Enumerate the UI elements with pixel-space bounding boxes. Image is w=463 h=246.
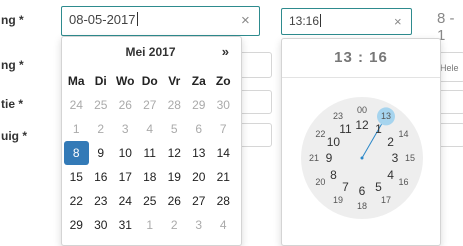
clock-hour-inner[interactable]: 00	[353, 103, 371, 117]
calendar-day[interactable]: 23	[89, 189, 114, 213]
clock-hour-outer[interactable]: 6	[353, 184, 371, 198]
time-value: 13:16	[289, 14, 322, 28]
weekday-label: Zo	[215, 74, 231, 88]
calendar-day[interactable]: 12	[162, 141, 187, 165]
calendar-day[interactable]: 5	[162, 117, 187, 141]
calendar-day[interactable]: 18	[138, 165, 163, 189]
calendar-day[interactable]: 27	[187, 189, 212, 213]
form-label-2: ng *	[1, 58, 24, 72]
calendar-day[interactable]: 28	[162, 93, 187, 117]
date-value: 08-05-2017	[69, 12, 138, 27]
calendar-day[interactable]: 13	[187, 141, 212, 165]
weekday-label: Wo	[116, 74, 135, 88]
calendar-day[interactable]: 26	[113, 93, 138, 117]
clock-hour-outer[interactable]: 11	[337, 122, 355, 136]
clock-time-header: 13 : 16	[334, 49, 388, 66]
calendar-week-row: 8 9 10 11 12 13 14	[64, 141, 236, 165]
divider	[282, 77, 440, 78]
calendar-day[interactable]: 25	[89, 93, 114, 117]
text-caret	[136, 12, 138, 26]
calendar-day[interactable]: 17	[113, 165, 138, 189]
calendar-day[interactable]: 22	[64, 189, 89, 213]
calendar-day[interactable]: 21	[211, 165, 236, 189]
calendar-day[interactable]: 27	[138, 93, 163, 117]
calendar-day[interactable]: 30	[211, 93, 236, 117]
right-field-text: 8 - 1	[437, 10, 455, 44]
calendar-day[interactable]: 4	[138, 117, 163, 141]
calendar-day[interactable]: 29	[64, 213, 89, 237]
form-label-3: tie *	[1, 97, 24, 111]
clock-hour-outer[interactable]: 10	[324, 135, 342, 149]
calendar-day[interactable]: 11	[138, 141, 163, 165]
clock-hour-outer[interactable]: 3	[386, 151, 404, 165]
calendar-week-row: 24 25 26 27 28 29 30	[64, 93, 236, 117]
calendar-day[interactable]: 24	[64, 93, 89, 117]
calendar-day[interactable]: 30	[89, 213, 114, 237]
clock-hour-inner[interactable]: 17	[377, 193, 395, 207]
calendar-day[interactable]: 7	[211, 117, 236, 141]
clock-hour-inner[interactable]: 23	[329, 109, 347, 123]
calendar-day[interactable]: 24	[113, 189, 138, 213]
calendar-week-row: 22 23 24 25 26 27 28	[64, 189, 236, 213]
clock-hour-outer[interactable]: 8	[324, 168, 342, 182]
calendar-day[interactable]: 25	[138, 189, 163, 213]
weekday-label: Ma	[67, 74, 85, 88]
calendar-day[interactable]: 4	[211, 213, 236, 237]
calendar-day[interactable]: 31	[113, 213, 138, 237]
weekday-label: Di	[94, 74, 107, 88]
calendar-day[interactable]: 3	[113, 117, 138, 141]
calendar-day[interactable]: 10	[113, 141, 138, 165]
clock-center-dot	[360, 156, 364, 160]
calendar-day[interactable]: 20	[187, 165, 212, 189]
calendar-day-selected[interactable]: 8	[64, 141, 89, 165]
time-clear-icon[interactable]: ×	[394, 14, 402, 29]
weekday-label: Za	[191, 74, 206, 88]
calendar-week-row: 1234567	[64, 117, 236, 141]
calendar-day[interactable]: 1	[64, 117, 89, 141]
text-caret	[320, 14, 322, 27]
weekday-label: Do	[141, 74, 158, 88]
calendar-day[interactable]: 29	[187, 93, 212, 117]
calendar-week-row: 15 16 17 18 19 20 21	[64, 165, 236, 189]
date-clear-icon[interactable]: ×	[241, 13, 250, 28]
calendar-grid: Ma Di Wo Do Vr Za Zo 24 25 26 27 28 29 30 1 2 3 4 5 6 7 8 9 10 1…	[64, 69, 236, 237]
calendar-day[interactable]: 16	[89, 165, 114, 189]
calendar-day[interactable]: 9	[89, 141, 114, 165]
clock-dial[interactable]: 00 13 14 15 16 17 18 19 20 21 22 23 12 1 2 3 4 5 6 7 8 9 10 11	[301, 97, 423, 219]
clock-hour-outer[interactable]: 12	[353, 118, 371, 132]
calendar-week-row: 29 30 31 1 2 3 4	[64, 213, 236, 237]
calendar-day[interactable]: 2	[162, 213, 187, 237]
calendar-header: Mei 2017 »	[62, 44, 239, 61]
clock-hour-inner[interactable]: 13	[377, 109, 395, 123]
calendar-day[interactable]: 26	[162, 189, 187, 213]
calendar-day[interactable]: 15	[64, 165, 89, 189]
calendar-day[interactable]: 2	[89, 117, 114, 141]
form-label-1: ng *	[1, 13, 24, 27]
form-label-4: uig *	[1, 129, 27, 143]
calendar-day[interactable]: 14	[211, 141, 236, 165]
calendar-day[interactable]: 6	[187, 117, 212, 141]
calendar-day[interactable]: 28	[211, 189, 236, 213]
weekday-header-row: Ma Di Wo Do Vr Za Zo	[64, 69, 236, 93]
weekday-label: Vr	[168, 74, 181, 88]
clock-hour-outer[interactable]: 2	[382, 135, 400, 149]
calendar-month-title: Mei 2017	[125, 45, 176, 59]
date-field[interactable]: 08-05-2017 ×	[61, 6, 260, 36]
calendar-day[interactable]: 19	[162, 165, 187, 189]
next-month-icon[interactable]: »	[222, 44, 229, 59]
clock-hour-inner[interactable]: 19	[329, 193, 347, 207]
date-picker-dropdown: Mei 2017 » Ma Di Wo Do Vr Za Zo 24 25 26 27 28 29 30 1…	[61, 36, 242, 246]
background-hint-text: Hele	[440, 63, 459, 73]
clock-hour-outer[interactable]: 5	[370, 180, 388, 194]
calendar-day[interactable]: 1	[138, 213, 163, 237]
time-field[interactable]: 13:16 ×	[281, 8, 412, 35]
clock-hour-outer[interactable]: 7	[337, 180, 355, 194]
clock-hour-inner[interactable]: 18	[353, 199, 371, 213]
clock-hour-outer[interactable]: 9	[320, 151, 338, 165]
calendar-day[interactable]: 3	[187, 213, 212, 237]
